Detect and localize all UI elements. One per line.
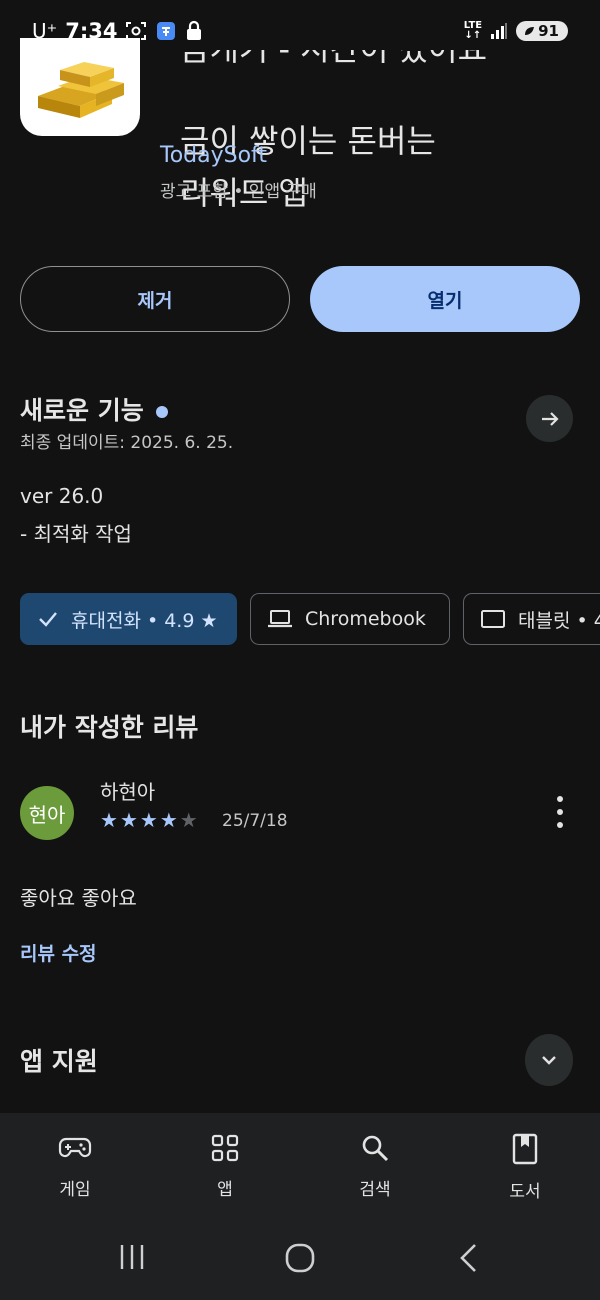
new-indicator-dot (155, 406, 168, 418)
tablet-icon (481, 610, 505, 628)
whats-new-arrow-button[interactable] (526, 395, 573, 442)
edit-review-link[interactable]: 리뷰 수정 (20, 939, 97, 966)
nav-games[interactable]: 게임 (0, 1113, 150, 1216)
lock-icon (185, 20, 203, 42)
app-support-expand-button[interactable] (525, 1034, 573, 1086)
reviewer-name: 하현아 (100, 780, 156, 804)
lte-indicator: LTE ↓↑ (463, 20, 483, 41)
nav-books[interactable]: 도서 (450, 1113, 600, 1216)
chevron-down-icon (542, 1056, 556, 1065)
ad-info: 광고 포함 • 인앱 구매 (160, 182, 317, 202)
signal-icon (490, 22, 508, 40)
star-icon: ★ (139, 808, 158, 832)
review-text: 좋아요 좋아요 (20, 886, 137, 910)
star-icon: ★ (100, 808, 118, 832)
chip-chromebook[interactable]: Chromebook (250, 593, 450, 645)
back-icon (460, 1244, 476, 1272)
laptop-icon (268, 610, 292, 628)
review-date: 25/7/18 (222, 811, 288, 831)
home-icon (285, 1243, 315, 1273)
version-text: ver 26.0 (20, 484, 104, 508)
app-header: 금캐기 - 시간이 갔어요 금이 쌓이는 돈버는 리워드 앱 (20, 38, 580, 243)
whats-new-heading[interactable]: 새로운 기능 (20, 391, 168, 427)
carrier-label: U⁺ (32, 19, 58, 43)
book-icon (512, 1133, 538, 1165)
star-empty-icon: ★ (179, 808, 198, 832)
arrow-right-icon (541, 411, 559, 426)
chip-phone[interactable]: 휴대전화 • 4.9 ★ (20, 593, 237, 645)
uninstall-button[interactable]: 제거 (20, 266, 290, 332)
open-button[interactable]: 열기 (310, 266, 580, 332)
search-icon (362, 1135, 389, 1162)
developer-link[interactable]: TodaySoft (160, 143, 267, 168)
nav-search[interactable]: 검색 (300, 1113, 450, 1216)
screenshot-icon (125, 20, 147, 42)
nav-apps[interactable]: 앱 (150, 1113, 300, 1216)
app-notification-icon (155, 20, 177, 42)
device-chip-row: 휴대전화 • 4.9 ★ Chromebook 태블릿 • 4 (20, 593, 600, 647)
chip-tablet[interactable]: 태블릿 • 4 (463, 593, 600, 645)
apps-grid-icon (211, 1134, 239, 1162)
battery-indicator: 91 (516, 21, 568, 41)
recent-apps-icon (120, 1245, 144, 1269)
app-support-heading[interactable]: 앱 지원 (20, 1042, 98, 1078)
system-navigation-bar (0, 1216, 600, 1300)
back-button[interactable] (457, 1242, 481, 1274)
battery-leaf-icon (525, 27, 535, 35)
bottom-navigation: 게임 앱 검색 도서 (0, 1113, 600, 1216)
last-updated: 최종 업데이트: 2025. 6. 25. (20, 433, 234, 453)
gamepad-icon (58, 1137, 92, 1158)
avatar: 현아 (20, 786, 74, 840)
recent-apps-button[interactable] (117, 1242, 147, 1272)
status-bar: U⁺ 7:34 LTE ↓↑ 91 (0, 0, 600, 62)
more-options-icon[interactable] (548, 796, 572, 828)
clock: 7:34 (65, 19, 118, 43)
check-icon (39, 612, 57, 627)
star-icon: ★ (159, 808, 178, 832)
update-note: - 최적화 작업 (20, 522, 132, 546)
star-rating: ★ ★ ★ ★ ★ (100, 808, 198, 832)
home-button[interactable] (284, 1242, 316, 1274)
my-review-heading: 내가 작성한 리뷰 (20, 713, 199, 742)
star-icon: ★ (119, 808, 138, 832)
